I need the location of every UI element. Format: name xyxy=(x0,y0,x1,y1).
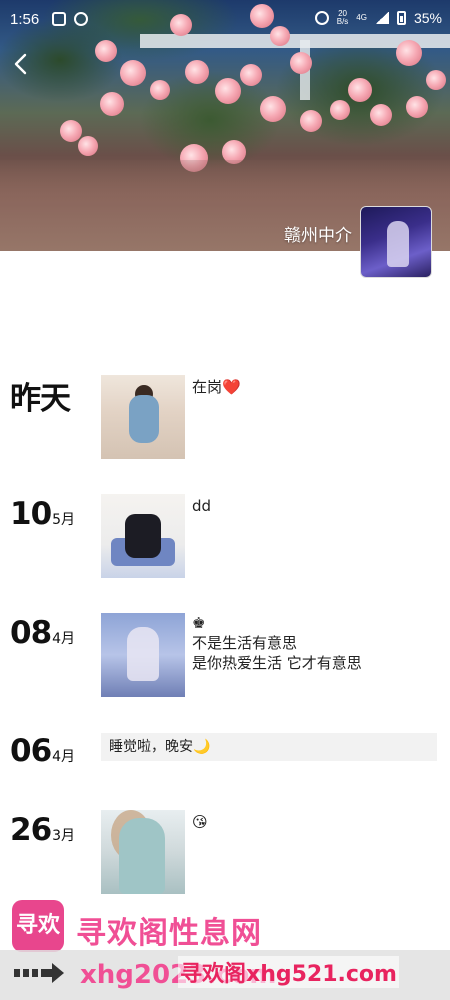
entry-month: 5月 xyxy=(52,512,76,528)
entry-date: 105月 xyxy=(10,496,75,532)
entry-date: 084月 xyxy=(10,615,75,651)
rose xyxy=(348,78,372,102)
entry-photo[interactable] xyxy=(101,613,185,697)
entry-photo[interactable] xyxy=(101,810,185,894)
entry-month: 3月 xyxy=(52,828,76,844)
status-bar: 1:56 20 B/s 4G 35% xyxy=(0,0,450,40)
entry-month: 4月 xyxy=(52,631,76,647)
rose xyxy=(290,52,312,74)
entry-day: 26 xyxy=(10,812,52,848)
entry-text-box[interactable]: 睡觉啦，晚安🌙 xyxy=(101,733,437,761)
clock-icon xyxy=(74,12,88,26)
photo-figure xyxy=(125,514,161,558)
rose xyxy=(300,110,322,132)
entry-caption[interactable]: 😘 xyxy=(192,812,208,832)
entry-day: 08 xyxy=(10,615,52,651)
back-button[interactable] xyxy=(10,52,38,80)
status-right: 20 B/s 4G 35% xyxy=(314,10,442,26)
watermark-title: 寻欢阁性息网 xyxy=(76,916,262,951)
caption-line: 不是生活有意思 xyxy=(192,634,298,652)
rose xyxy=(406,96,428,118)
rose xyxy=(60,120,82,142)
profile-name[interactable]: 赣州中介 xyxy=(284,221,352,246)
rose xyxy=(150,80,170,100)
network-type: 4G xyxy=(356,13,367,22)
arrow-right-icon xyxy=(14,962,66,990)
photo-figure xyxy=(119,818,165,894)
rose xyxy=(260,96,286,122)
rose xyxy=(120,60,146,86)
signal-icon xyxy=(374,12,389,24)
entry-day: 昨天 xyxy=(10,381,71,417)
rose xyxy=(426,70,446,90)
photo-figure xyxy=(127,627,159,681)
status-time: 1:56 xyxy=(10,11,40,28)
rose xyxy=(240,64,262,86)
rose xyxy=(330,100,350,120)
entry-date: 263月 xyxy=(10,812,75,848)
alarm-icon xyxy=(314,11,329,25)
battery-icon xyxy=(396,11,406,25)
photo-figure xyxy=(129,395,159,443)
entry-photo[interactable] xyxy=(101,375,185,459)
entry-day: 06 xyxy=(10,733,52,769)
rose xyxy=(95,40,117,62)
entry-date: 064月 xyxy=(10,733,75,769)
watermark-url-overlay: 寻欢阁xhg521.com xyxy=(178,956,399,988)
avatar[interactable] xyxy=(360,206,432,278)
entry-month: 4月 xyxy=(52,749,76,765)
rose xyxy=(78,136,98,156)
avatar-figure xyxy=(387,221,409,267)
rose xyxy=(396,40,422,66)
entry-day: 10 xyxy=(10,496,52,532)
rose xyxy=(370,104,392,126)
chevron-left-icon xyxy=(14,53,27,75)
rose xyxy=(185,60,209,84)
entry-caption[interactable]: 在岗❤️ xyxy=(192,377,241,397)
entry-date: 昨天 xyxy=(10,373,71,418)
caption-line: ♚ xyxy=(192,614,206,632)
caption-line: 是你热爱生活 它才有意思 xyxy=(192,654,362,672)
entry-caption[interactable]: ♚ 不是生活有意思 是你热爱生活 它才有意思 xyxy=(192,613,362,673)
screenshot-icon xyxy=(52,12,66,26)
rose xyxy=(215,78,241,104)
net-speed-unit: B/s xyxy=(336,17,349,26)
rose xyxy=(100,92,124,116)
entry-photo[interactable] xyxy=(101,494,185,578)
battery-level: 35% xyxy=(413,10,442,26)
entry-caption[interactable]: dd xyxy=(192,496,211,516)
watermark-logo: 寻欢 xyxy=(12,900,64,952)
net-speed: 20 B/s xyxy=(337,10,349,26)
